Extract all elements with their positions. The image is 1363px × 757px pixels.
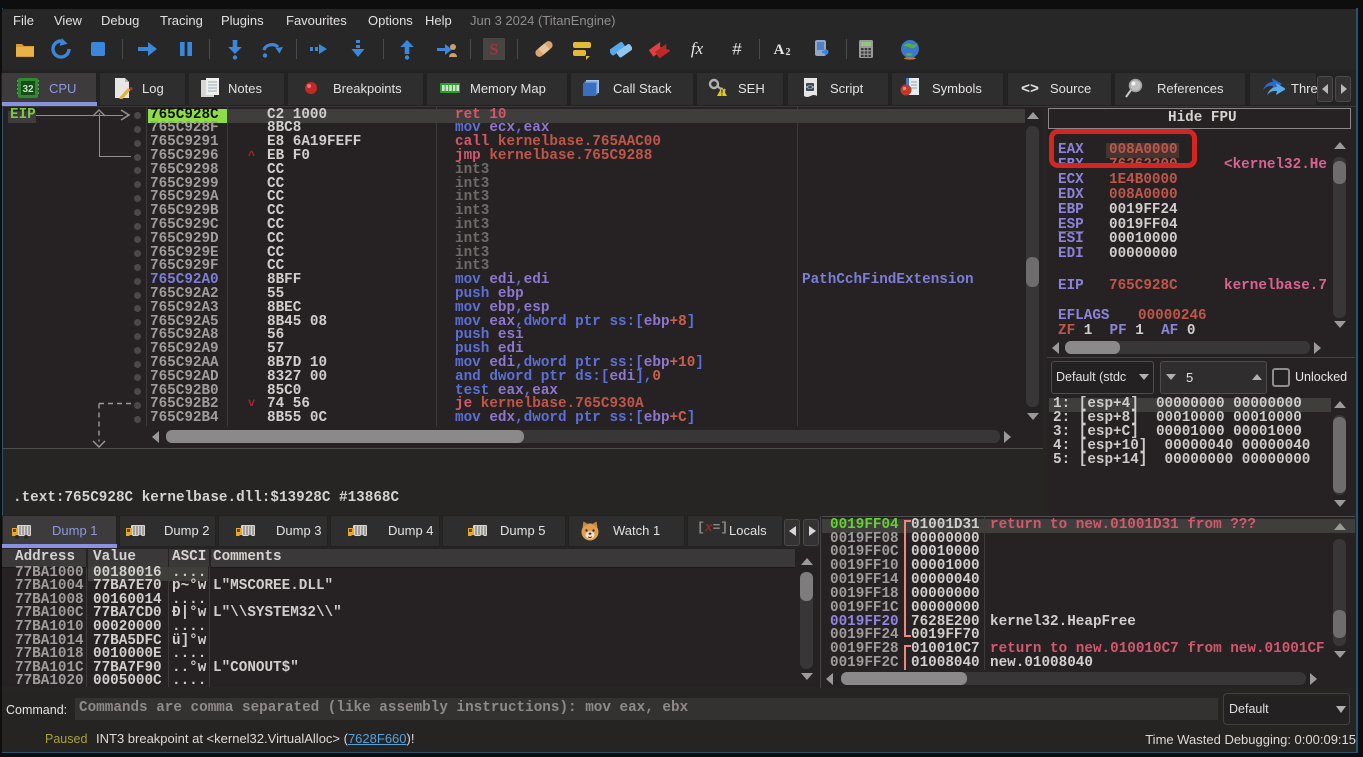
svg-text:<>: <> <box>1021 81 1039 98</box>
svg-text:A: A <box>774 42 785 58</box>
svg-text:32: 32 <box>22 84 34 95</box>
svg-text:!: ! <box>721 89 724 98</box>
svg-text:fx: fx <box>691 39 704 58</box>
svg-text:2: 2 <box>786 47 791 58</box>
svg-text:<>: <> <box>806 85 814 93</box>
svg-text:S: S <box>490 42 499 59</box>
svg-text:#: # <box>732 40 742 59</box>
